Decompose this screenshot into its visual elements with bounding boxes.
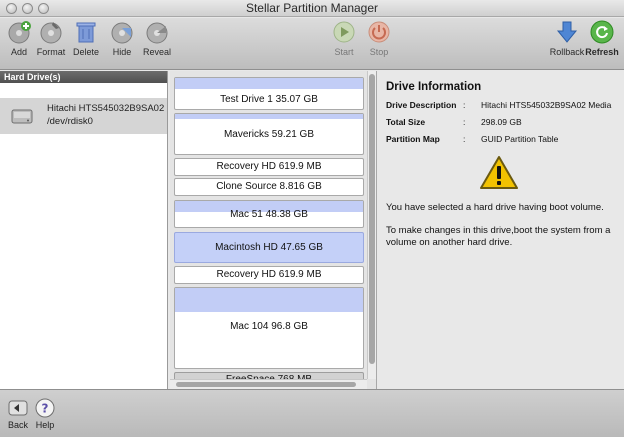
volume-item[interactable]: Clone Source 8.816 GB <box>174 178 364 196</box>
volume-label: Test Drive 1 35.07 GB <box>220 94 318 105</box>
volume-item[interactable]: Recovery HD 619.9 MB <box>174 266 364 284</box>
volume-item[interactable]: Mac 51 48.38 GB <box>174 200 364 228</box>
volume-item[interactable]: Recovery HD 619.9 MB <box>174 158 364 176</box>
format-disk-icon <box>40 22 62 44</box>
info-separator: : <box>463 100 466 110</box>
horizontal-scrollbar[interactable] <box>170 379 367 389</box>
delete-trash-icon <box>76 22 96 43</box>
volume-usage-band <box>175 78 363 89</box>
info-key: Total Size <box>386 117 426 127</box>
refresh-button[interactable]: Refresh <box>580 20 624 68</box>
hide-disk-icon <box>111 22 133 44</box>
info-value: GUID Partition Table <box>481 134 559 144</box>
vertical-scrollbar[interactable] <box>367 71 376 379</box>
stop-label: Stop <box>369 47 389 57</box>
minimize-window-button[interactable] <box>22 3 33 14</box>
app-window: Stellar Partition Manager Add Format Del… <box>0 0 624 437</box>
info-value: Hitachi HTS545032B9SA02 Media <box>481 100 612 110</box>
volume-label: Mac 104 96.8 GB <box>230 321 308 332</box>
volume-map-panel: Test Drive 1 35.07 GB Mavericks 59.21 GB… <box>170 71 377 389</box>
zoom-window-button[interactable] <box>38 3 49 14</box>
refresh-icon <box>590 20 614 44</box>
info-key: Partition Map <box>386 134 440 144</box>
stop-power-icon <box>368 21 390 43</box>
volume-usage-band <box>175 288 363 312</box>
drive-path: /dev/rdisk0 <box>47 116 93 127</box>
vertical-scroll-thumb[interactable] <box>369 74 375 364</box>
svg-text:?: ? <box>42 402 49 416</box>
info-separator: : <box>463 134 466 144</box>
boot-volume-message: You have selected a hard drive having bo… <box>386 202 604 213</box>
volume-item[interactable]: Mavericks 59.21 GB <box>174 113 364 155</box>
info-separator: : <box>463 117 466 127</box>
volume-item-selected[interactable]: Macintosh HD 47.65 GB <box>174 232 364 263</box>
start-play-icon <box>333 21 355 43</box>
toolbar: Add Format Delete Hide Reveal Start Stop… <box>0 18 624 70</box>
bottom-bar: Back ? Help <box>0 389 624 437</box>
drive-list-item[interactable]: Hitachi HTS545032B9SA02 /dev/rdisk0 <box>0 98 167 134</box>
volume-label: Recovery HD 619.9 MB <box>216 269 322 280</box>
volume-label: Macintosh HD 47.65 GB <box>215 242 323 253</box>
rollback-arrow-icon <box>556 21 578 43</box>
volume-item[interactable]: Test Drive 1 35.07 GB <box>174 77 364 110</box>
back-button[interactable]: Back <box>4 398 32 430</box>
volume-item[interactable]: Mac 104 96.8 GB <box>174 287 364 369</box>
add-disk-icon <box>8 21 31 44</box>
info-key: Drive Description <box>386 100 457 110</box>
reveal-disk-icon <box>146 22 168 44</box>
volume-label: Clone Source 8.816 GB <box>216 181 322 192</box>
drive-name: Hitachi HTS545032B9SA02 <box>47 103 165 114</box>
help-button[interactable]: ? Help <box>31 398 59 430</box>
hard-drives-header: Hard Drive(s) <box>0 71 167 83</box>
reveal-label: Reveal <box>142 47 171 57</box>
drive-information-title: Drive Information <box>386 81 482 93</box>
refresh-label: Refresh <box>585 47 619 57</box>
back-arrow-icon <box>8 400 28 416</box>
volume-usage-band <box>175 114 363 119</box>
hard-drive-icon <box>11 109 33 124</box>
drive-information-panel: Drive Information Drive Description : Hi… <box>378 71 624 389</box>
close-window-button[interactable] <box>6 3 17 14</box>
volume-label: Mac 51 48.38 GB <box>230 209 308 220</box>
hard-drives-panel: Hard Drive(s) Hitachi HTS545032B9SA02 /d… <box>0 71 168 389</box>
window-title: Stellar Partition Manager <box>245 1 379 15</box>
stop-button[interactable]: Stop <box>357 20 401 68</box>
volume-label: Recovery HD 619.9 MB <box>216 161 322 172</box>
help-question-icon: ? <box>35 398 55 418</box>
title-bar: Stellar Partition Manager <box>0 0 624 17</box>
volume-label: Mavericks 59.21 GB <box>223 129 315 140</box>
back-label: Back <box>7 420 28 430</box>
help-label: Help <box>35 420 55 430</box>
reveal-button[interactable]: Reveal <box>135 20 179 68</box>
boot-instruction-message: To make changes in this drive,boot the s… <box>386 225 611 248</box>
horizontal-scroll-thumb[interactable] <box>176 382 356 387</box>
warning-icon <box>480 156 518 189</box>
info-value: 298.09 GB <box>481 117 522 127</box>
